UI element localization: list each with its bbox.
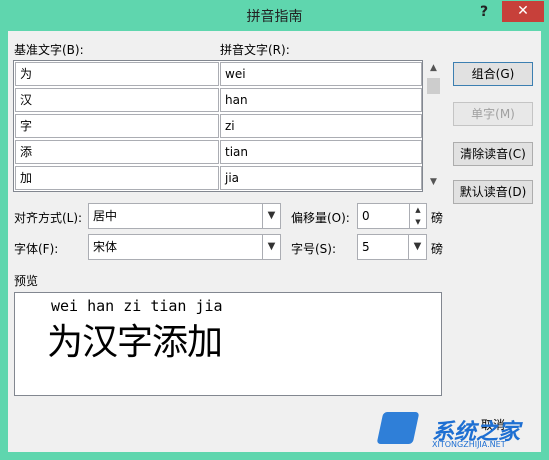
default-reading-button[interactable]: 默认读音(D) bbox=[453, 180, 533, 204]
size-value: 5 bbox=[362, 240, 370, 254]
size-unit: 磅 bbox=[431, 242, 444, 256]
preview-box: wei han zi tian jia 为汉字添加 bbox=[14, 292, 442, 396]
ruby-text-cell[interactable]: jia bbox=[220, 166, 422, 190]
font-label: 字体(F): bbox=[14, 242, 59, 256]
chevron-down-icon[interactable]: ▼ bbox=[262, 204, 280, 228]
base-text-cell[interactable]: 汉 bbox=[15, 88, 219, 112]
font-select[interactable]: 宋体 ▼ bbox=[88, 234, 281, 260]
offset-spinner[interactable]: 0 ▲ ▼ bbox=[357, 203, 427, 229]
window-title: 拼音指南 bbox=[246, 9, 303, 25]
base-text-cell[interactable]: 为 bbox=[15, 62, 219, 86]
text-grid: 为 wei 汉 han 字 zi 添 tian 加 jia bbox=[13, 60, 423, 192]
watermark: 系统之家 XITONGZHIJIA.NET bbox=[376, 410, 546, 458]
offset-label: 偏移量(O): bbox=[291, 211, 350, 225]
chevron-down-icon[interactable]: ▼ bbox=[408, 235, 426, 259]
alignment-label: 对齐方式(L): bbox=[14, 211, 83, 225]
font-value: 宋体 bbox=[93, 240, 118, 254]
clear-reading-button[interactable]: 清除读音(C) bbox=[453, 142, 533, 166]
spin-down-icon[interactable]: ▼ bbox=[409, 216, 426, 228]
grid-scrollbar[interactable]: ▲ ▼ bbox=[425, 60, 442, 190]
offset-value: 0 bbox=[362, 209, 370, 223]
title-bar: 拼音指南 ? ✕ bbox=[0, 0, 549, 30]
close-button[interactable]: ✕ bbox=[502, 1, 544, 22]
preview-text: 为汉字添加 bbox=[47, 322, 223, 363]
offset-unit: 磅 bbox=[431, 211, 444, 225]
base-text-cell[interactable]: 添 bbox=[15, 140, 219, 164]
group-button[interactable]: 组合(G) bbox=[453, 62, 533, 86]
ruby-text-label: 拼音文字(R): bbox=[220, 43, 290, 57]
preview-label: 预览 bbox=[14, 274, 39, 288]
help-button[interactable]: ? bbox=[470, 2, 498, 24]
alignment-select[interactable]: 居中 ▼ bbox=[88, 203, 281, 229]
ruby-text-cell[interactable]: zi bbox=[220, 114, 422, 138]
dialog-body: 基准文字(B): 拼音文字(R): 为 wei 汉 han 字 zi 添 tia… bbox=[8, 31, 541, 452]
ruby-text-cell[interactable]: tian bbox=[220, 140, 422, 164]
logo-icon bbox=[376, 412, 420, 444]
scroll-thumb[interactable] bbox=[427, 78, 440, 94]
ruby-text-cell[interactable]: han bbox=[220, 88, 422, 112]
base-text-cell[interactable]: 加 bbox=[15, 166, 219, 190]
size-select[interactable]: 5 ▼ bbox=[357, 234, 427, 260]
base-text-label: 基准文字(B): bbox=[14, 43, 84, 57]
mono-button[interactable]: 单字(M) bbox=[453, 102, 533, 126]
alignment-value: 居中 bbox=[93, 209, 118, 223]
base-text-cell[interactable]: 字 bbox=[15, 114, 219, 138]
size-label: 字号(S): bbox=[291, 242, 337, 256]
chevron-down-icon[interactable]: ▼ bbox=[425, 174, 442, 190]
watermark-domain: XITONGZHIJIA.NET bbox=[432, 440, 506, 449]
ruby-text-cell[interactable]: wei bbox=[220, 62, 422, 86]
spin-up-icon[interactable]: ▲ bbox=[409, 204, 426, 216]
chevron-up-icon[interactable]: ▲ bbox=[425, 60, 442, 76]
chevron-down-icon[interactable]: ▼ bbox=[262, 235, 280, 259]
